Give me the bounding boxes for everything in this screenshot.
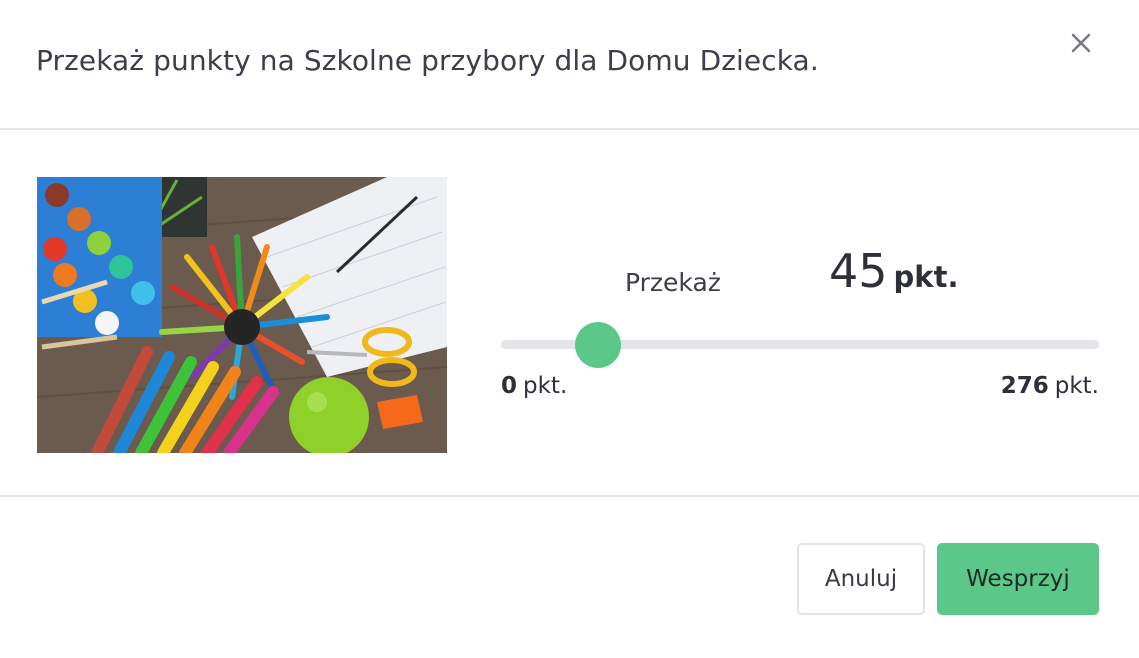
- close-button[interactable]: [1062, 24, 1100, 62]
- modal-title: Przekaż punkty na Szkolne przybory dla D…: [36, 44, 819, 77]
- amount-value: 45: [829, 244, 888, 298]
- school-supplies-photo: [37, 177, 447, 453]
- range-min: 0 pkt.: [501, 373, 567, 399]
- transfer-amount: 45 pkt.: [829, 244, 958, 298]
- range-max-unit: pkt.: [1054, 373, 1099, 399]
- range-min-unit: pkt.: [523, 373, 568, 399]
- slider-thumb[interactable]: [575, 322, 622, 368]
- range-max: 276 pkt.: [1001, 373, 1099, 399]
- range-max-value: 276: [1000, 373, 1049, 399]
- close-icon: [1071, 33, 1091, 53]
- modal-header: Przekaż punkty na Szkolne przybory dla D…: [0, 0, 1139, 130]
- amount-unit: pkt.: [893, 260, 959, 294]
- modal-body: Przekaż 45 pkt. 0 pkt. 276 pkt.: [0, 132, 1139, 497]
- points-slider[interactable]: [501, 322, 1099, 368]
- range-min-value: 0: [501, 373, 518, 399]
- donate-points-modal: Przekaż punkty na Szkolne przybory dla D…: [0, 0, 1139, 658]
- cancel-button[interactable]: Anuluj: [797, 543, 925, 615]
- transfer-label: Przekaż: [625, 268, 721, 297]
- modal-footer: Anuluj Wesprzyj: [0, 499, 1139, 658]
- support-button[interactable]: Wesprzyj: [937, 543, 1099, 615]
- transfer-panel: Przekaż 45 pkt. 0 pkt. 276 pkt.: [501, 132, 1099, 497]
